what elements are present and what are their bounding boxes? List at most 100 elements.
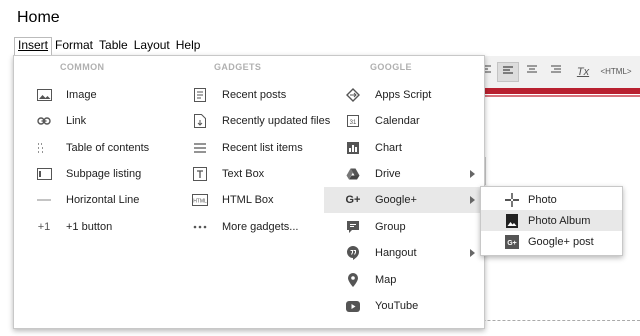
menubar: Insert Format Table Layout Help [14, 37, 203, 55]
insert-gplus-post-label: Google+ post [528, 235, 594, 248]
insert-text-box[interactable]: Text Box [192, 161, 332, 187]
google-plus-icon: G+ [345, 194, 361, 206]
insert-more-gadgets-label: More gadgets... [222, 221, 299, 233]
insert-horizontal-line-label: Horizontal Line [66, 194, 140, 206]
insert-gplus-photo-album-label: Photo Album [528, 214, 591, 227]
group-icon [345, 219, 361, 235]
insert-drive-label: Drive [375, 168, 401, 180]
text-box-icon [192, 166, 208, 182]
insert-youtube-label: YouTube [375, 300, 419, 312]
chevron-right-icon [470, 170, 475, 178]
insert-subpage-listing[interactable]: Subpage listing [36, 161, 186, 187]
header-google: GOOGLE [370, 62, 412, 72]
insert-apps-script[interactable]: Apps Script [324, 82, 483, 108]
link-icon [36, 113, 52, 129]
calendar-icon: 31 [345, 113, 361, 129]
insert-table-of-contents-label: Table of contents [66, 142, 150, 154]
header-common: COMMON [60, 62, 105, 72]
table-of-contents-icon [36, 140, 52, 156]
insert-map[interactable]: Map [324, 267, 483, 293]
header-gadgets: GADGETS [214, 62, 262, 72]
recent-list-items-icon [192, 140, 208, 156]
chevron-right-icon [470, 196, 475, 204]
insert-link[interactable]: Link [36, 108, 186, 134]
html-button[interactable]: <HTML> [599, 62, 633, 82]
insert-gplus-photo-album[interactable]: Photo Album [481, 210, 622, 231]
photo-album-icon [504, 213, 520, 229]
clear-formatting-button[interactable]: Tx [574, 62, 592, 82]
subpage-listing-icon [36, 166, 52, 182]
chart-icon [345, 140, 361, 156]
menu-insert-label: Insert [18, 38, 49, 52]
align-left-button[interactable] [497, 62, 519, 82]
insert-chart-label: Chart [375, 142, 402, 154]
google-plus-submenu: Photo Photo Album G+ Google+ post [480, 186, 623, 256]
image-icon [36, 87, 52, 103]
insert-recently-updated-files[interactable]: Recently updated files [192, 108, 332, 134]
insert-recent-list-items-label: Recent list items [222, 142, 303, 154]
youtube-icon [345, 298, 361, 314]
insert-recently-updated-files-label: Recently updated files [222, 115, 331, 127]
plus-one-icon: +1 [37, 221, 51, 233]
insert-gplus-post[interactable]: G+ Google+ post [481, 231, 622, 252]
google-plus-post-icon: G+ [504, 234, 520, 250]
menu-insert[interactable]: Insert [14, 37, 53, 55]
svg-text:G+: G+ [507, 240, 517, 247]
horizontal-line-icon [36, 192, 52, 208]
insert-recent-list-items[interactable]: Recent list items [192, 135, 332, 161]
recently-updated-files-icon [192, 113, 208, 129]
recent-posts-icon [192, 87, 208, 103]
more-gadgets-icon [192, 219, 208, 235]
apps-script-icon [345, 87, 361, 103]
insert-more-gadgets[interactable]: More gadgets... [192, 214, 332, 240]
menu-help-label: Help [175, 38, 201, 52]
align-center-button[interactable] [522, 62, 542, 82]
svg-text:31: 31 [350, 120, 357, 126]
insert-gplus-photo[interactable]: Photo [481, 189, 622, 210]
html-box-icon: HTML [192, 192, 208, 208]
insert-group[interactable]: Group [324, 214, 483, 240]
menu-table-label: Table [99, 38, 128, 52]
insert-calendar-label: Calendar [375, 115, 420, 127]
map-pin-icon [345, 272, 361, 288]
menu-format-label: Format [55, 38, 94, 52]
insert-image[interactable]: Image [36, 82, 186, 108]
insert-group-label: Group [375, 221, 406, 233]
insert-recent-posts-label: Recent posts [222, 89, 287, 101]
insert-table-of-contents[interactable]: Table of contents [36, 135, 186, 161]
insert-hangout[interactable]: Hangout [324, 240, 483, 266]
insert-apps-script-label: Apps Script [375, 89, 432, 101]
menu-layout[interactable]: Layout [131, 37, 173, 55]
insert-drive[interactable]: Drive [324, 161, 483, 187]
insert-calendar[interactable]: 31 Calendar [324, 108, 483, 134]
menu-help[interactable]: Help [173, 37, 204, 55]
insert-link-label: Link [66, 115, 87, 127]
insert-map-label: Map [375, 274, 397, 286]
insert-horizontal-line[interactable]: Horizontal Line [36, 187, 186, 213]
insert-recent-posts[interactable]: Recent posts [192, 82, 332, 108]
insert-text-box-label: Text Box [222, 168, 265, 180]
insert-google-plus[interactable]: G+ Google+ [324, 187, 483, 213]
menu-layout-label: Layout [133, 38, 170, 52]
insert-hangout-label: Hangout [375, 247, 417, 259]
insert-plus-one-button[interactable]: +1 +1 button [36, 214, 186, 240]
insert-image-label: Image [66, 89, 97, 101]
insert-chart[interactable]: Chart [324, 135, 483, 161]
insert-html-box-label: HTML Box [222, 194, 274, 206]
menu-table[interactable]: Table [96, 37, 131, 55]
photo-pinwheel-icon [504, 192, 520, 208]
insert-subpage-listing-label: Subpage listing [66, 168, 142, 180]
drive-icon [345, 166, 361, 182]
align-right-button[interactable] [546, 62, 566, 82]
svg-text:HTML: HTML [193, 199, 207, 205]
menu-format[interactable]: Format [52, 37, 96, 55]
insert-google-plus-label: Google+ [375, 194, 417, 206]
chevron-right-icon [470, 249, 475, 257]
insert-plus-one-label: +1 button [66, 221, 113, 233]
editor-divider [485, 157, 486, 185]
insert-youtube[interactable]: YouTube [324, 293, 483, 319]
page-title: Home [17, 9, 60, 26]
insert-menu: COMMON GADGETS GOOGLE Image Link Table o… [13, 55, 485, 329]
insert-gplus-photo-label: Photo [528, 193, 557, 206]
insert-html-box[interactable]: HTML HTML Box [192, 187, 332, 213]
